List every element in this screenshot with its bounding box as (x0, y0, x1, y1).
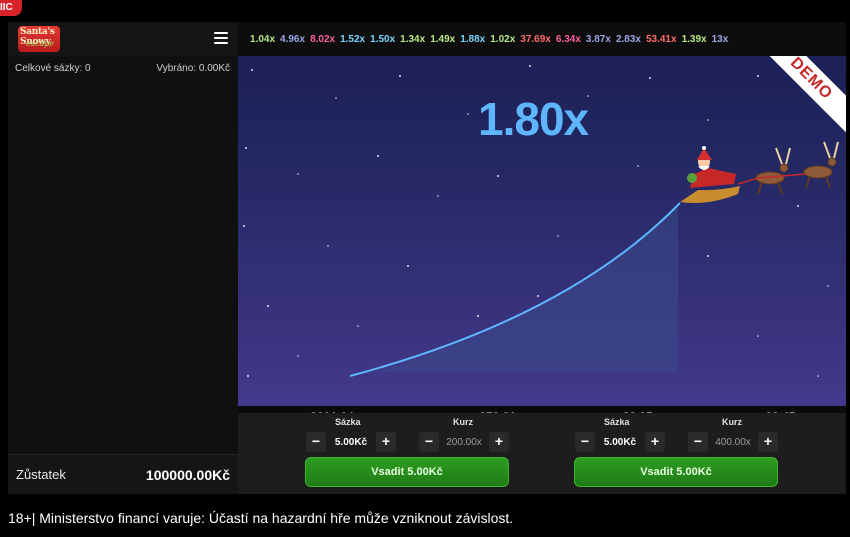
game-app: Santa's Snowy escape Celkové sázky: 0 Vy… (8, 22, 846, 494)
history-multiplier: 53.41x (645, 33, 677, 45)
game-canvas: 1.80x DEMO DIAMOND2021.14CZKPLATINUM379.… (238, 56, 846, 413)
history-multiplier: 2.83x (615, 33, 641, 45)
balance-label: Zůstatek (16, 467, 66, 482)
history-multiplier: 1.88x (460, 33, 486, 45)
bet-block-2: Sázka Kurz − 5.00Kč + − 400.00x + Vsadit… (574, 413, 804, 494)
history-multiplier: 1.39x (681, 33, 707, 45)
odds-value[interactable]: 200.00x (439, 437, 489, 448)
odds-increase-button[interactable]: + (489, 432, 509, 452)
history-multiplier: 37.69x (520, 33, 551, 45)
sidebar: Santa's Snowy escape Celkové sázky: 0 Vy… (8, 22, 238, 494)
total-bets-label: Celkové sázky: 0 (15, 63, 91, 74)
gambling-warning: 18+| Ministerstvo financí varuje: Účastí… (8, 510, 514, 526)
odds-decrease-button[interactable]: − (688, 432, 708, 452)
history-multiplier: 1.52x (340, 33, 366, 45)
corner-badge: IIC (0, 0, 22, 16)
stake-value[interactable]: 5.00Kč (326, 437, 376, 448)
sidebar-header: Santa's Snowy escape (8, 22, 238, 56)
current-multiplier: 1.80x (478, 93, 589, 145)
stake-increase-button[interactable]: + (376, 432, 396, 452)
odds-value[interactable]: 400.00x (708, 437, 758, 448)
history-multiplier: 8.02x (310, 33, 336, 45)
place-bet-button[interactable]: Vsadit 5.00Kč (305, 457, 509, 487)
stake-label: Sázka (335, 417, 361, 427)
stake-increase-button[interactable]: + (645, 432, 665, 452)
bet-stats: Celkové sázky: 0 Vybráno: 0.00Kč (15, 63, 230, 74)
odds-label: Kurz (722, 417, 742, 427)
history-multiplier: 13x (711, 33, 729, 45)
logo-text-sub: escape (26, 39, 54, 48)
bet-panel: Sázka Kurz − 5.00Kč + − 200.00x + Vsadit… (238, 413, 846, 494)
history-multiplier: 3.87x (585, 33, 611, 45)
history-multiplier: 1.34x (400, 33, 426, 45)
history-multiplier: 1.02x (490, 33, 516, 45)
stake-stepper: − 5.00Kč + (306, 431, 396, 453)
place-bet-button[interactable]: Vsadit 5.00Kč (574, 457, 778, 487)
game-logo: Santa's Snowy escape (18, 26, 60, 52)
stake-value[interactable]: 5.00Kč (595, 437, 645, 448)
stake-stepper: − 5.00Kč + (575, 431, 665, 453)
history-multiplier: 4.96x (280, 33, 306, 45)
reindeer-icon (737, 141, 839, 195)
stake-decrease-button[interactable]: − (575, 432, 595, 452)
history-multiplier: 1.04x (250, 33, 276, 45)
stake-decrease-button[interactable]: − (306, 432, 326, 452)
jackpot-bar: DIAMOND2021.14CZKPLATINUM379.81CZKGOLD88… (238, 406, 846, 413)
odds-stepper: − 200.00x + (419, 431, 509, 453)
history-multiplier: 1.49x (430, 33, 456, 45)
stake-label: Sázka (604, 417, 630, 427)
history-multiplier: 1.50x (370, 33, 396, 45)
balance-bar: Zůstatek 100000.00Kč (8, 454, 238, 494)
withdrawn-label: Vybráno: 0.00Kč (156, 63, 230, 74)
balance-value: 100000.00Kč (145, 466, 230, 483)
santa-sleigh-icon (680, 146, 740, 203)
odds-stepper: − 400.00x + (688, 431, 778, 453)
odds-decrease-button[interactable]: − (419, 432, 439, 452)
game-area: 1.04x 4.96x 8.02x 1.52x 1.50x 1.34x 1.49x 1.88x… (238, 22, 846, 494)
odds-label: Kurz (453, 417, 473, 427)
curve-fill (368, 204, 678, 374)
odds-increase-button[interactable]: + (758, 432, 778, 452)
history-multiplier: 6.34x (555, 33, 581, 45)
bet-block-1: Sázka Kurz − 5.00Kč + − 200.00x + Vsadit… (305, 413, 535, 494)
multiplier-history: 1.04x 4.96x 8.02x 1.52x 1.50x 1.34x 1.49x 1.88x… (238, 22, 846, 56)
hamburger-menu-icon[interactable] (214, 32, 228, 44)
